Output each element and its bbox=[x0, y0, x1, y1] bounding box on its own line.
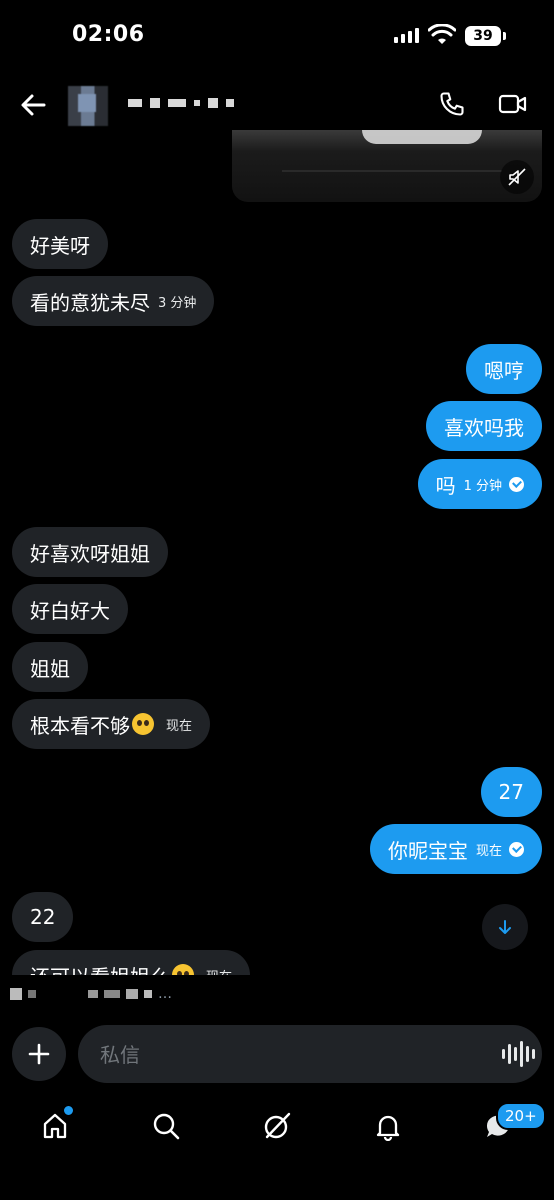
scroll-to-bottom-button[interactable] bbox=[482, 904, 528, 950]
battery-tip bbox=[503, 32, 506, 40]
tab-notifications[interactable] bbox=[368, 1106, 408, 1146]
video-camera-icon[interactable] bbox=[498, 92, 528, 116]
arrow-down-icon bbox=[499, 920, 511, 934]
message-text: 好美呀 bbox=[30, 233, 90, 258]
message-bubble-incoming[interactable]: 好美呀 bbox=[12, 219, 108, 269]
arrow-left-icon[interactable] bbox=[18, 90, 48, 120]
tab-grok[interactable] bbox=[257, 1106, 297, 1146]
avatar[interactable] bbox=[68, 86, 108, 126]
muted-speaker-icon[interactable] bbox=[500, 160, 534, 194]
wifi-icon bbox=[428, 24, 456, 44]
battery-icon: 39 bbox=[465, 26, 501, 46]
message-timestamp: 1 分钟 bbox=[463, 478, 502, 494]
message-bubble-incoming[interactable]: 22 bbox=[12, 892, 74, 942]
message-bubble-outgoing[interactable]: 吗 1 分钟 bbox=[417, 459, 542, 509]
message-bubble-outgoing[interactable]: 嗯哼 bbox=[466, 344, 542, 394]
waveform-icon[interactable] bbox=[502, 1040, 535, 1068]
message-bubble-incoming[interactable]: 看的意犹未尽 3 分钟 bbox=[12, 276, 215, 326]
message-timestamp: 现在 bbox=[166, 718, 193, 734]
message-bubble-incoming[interactable]: 好喜欢呀姐姐 bbox=[12, 527, 168, 577]
message-bubble-incoming[interactable]: 好白好大 bbox=[12, 584, 128, 634]
message-composer bbox=[78, 1025, 542, 1085]
read-check-icon bbox=[509, 476, 524, 492]
message-text: 27 bbox=[498, 780, 524, 804]
messages-count-badge: 20+ bbox=[496, 1102, 546, 1130]
message-text: 你昵宝宝 bbox=[387, 838, 468, 863]
read-check-icon bbox=[509, 841, 524, 857]
plus-icon bbox=[28, 1043, 50, 1065]
message-text: 吗 bbox=[435, 473, 456, 498]
message-timestamp: 3 分钟 bbox=[158, 295, 197, 311]
pixelated-username[interactable] bbox=[128, 98, 234, 108]
grok-icon bbox=[264, 1112, 291, 1139]
message-bubble-outgoing[interactable]: 喜欢吗我 bbox=[426, 401, 542, 451]
message-text: 喜欢吗我 bbox=[444, 415, 524, 440]
tab-search[interactable] bbox=[146, 1106, 186, 1146]
message-bubble-incoming[interactable]: 姐姐 bbox=[12, 642, 88, 692]
message-text: 看的意犹未尽 bbox=[30, 290, 150, 315]
add-attachment-button[interactable] bbox=[12, 1027, 66, 1081]
bell-icon bbox=[376, 1115, 400, 1141]
message-bubble-incoming[interactable]: 根本看不够 现在 bbox=[12, 699, 211, 749]
message-text: 好喜欢呀姐姐 bbox=[30, 541, 150, 566]
pleading-face-emoji-icon bbox=[132, 713, 154, 735]
typing-indicator: … bbox=[10, 986, 172, 1002]
search-icon bbox=[153, 1113, 180, 1140]
message-text: 根本看不够 bbox=[30, 713, 130, 738]
status-time: 02:06 bbox=[72, 22, 145, 47]
message-timestamp: 现在 bbox=[475, 843, 502, 859]
message-bubble-outgoing[interactable]: 27 bbox=[480, 767, 542, 817]
message-text: 姐姐 bbox=[30, 656, 70, 681]
message-text: 好白好大 bbox=[30, 598, 110, 623]
message-text: 嗯哼 bbox=[484, 358, 524, 383]
message-bubble-outgoing[interactable]: 你昵宝宝 现在 bbox=[369, 824, 542, 874]
phone-icon[interactable] bbox=[438, 90, 466, 118]
video-message-thumbnail[interactable] bbox=[232, 130, 542, 202]
typing-ellipsis: … bbox=[158, 986, 172, 1002]
message-text: 22 bbox=[30, 905, 56, 929]
message-input[interactable] bbox=[98, 1025, 482, 1085]
cellular-signal-icon bbox=[394, 28, 419, 43]
home-notification-dot bbox=[62, 1104, 75, 1117]
